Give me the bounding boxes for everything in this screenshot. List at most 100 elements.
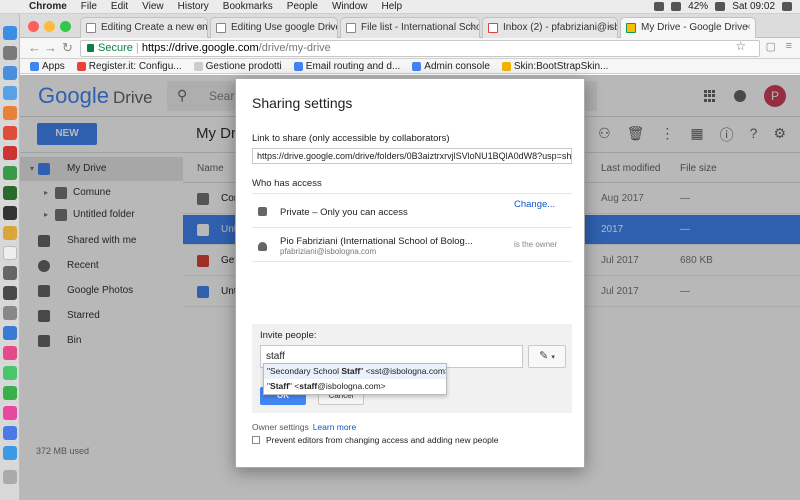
terminal-icon[interactable]	[3, 206, 17, 220]
owner-role: is the owner	[514, 240, 558, 249]
chrome-icon[interactable]	[3, 126, 17, 140]
app-icon-2[interactable]	[3, 166, 17, 180]
app-icon-1[interactable]	[3, 146, 17, 160]
link-share-label: Link to share (only accessible by collab…	[252, 133, 450, 144]
tab-editing-create[interactable]: Editing Create a new one for ×	[80, 17, 208, 38]
forward-arrow-icon[interactable]: →	[44, 40, 57, 55]
bookmark-apps[interactable]: Apps	[30, 61, 65, 72]
owner-email: pfabriziani@isbologna.com	[280, 247, 377, 256]
suggestion-secondary-school-staff[interactable]: "Secondary School Staff" <sst@isbologna.…	[264, 364, 446, 379]
tab-inbox[interactable]: Inbox (2) - pfabriziani@isbol ×	[482, 17, 618, 38]
person-icon	[258, 242, 267, 251]
trash-icon[interactable]	[3, 470, 17, 484]
tab-close-icon[interactable]: ×	[327, 18, 333, 38]
divider	[252, 261, 572, 262]
bookmark-skin[interactable]: Skin:BootStrapSkin...	[501, 60, 609, 72]
bookmark-register[interactable]: Register.it: Configu...	[76, 61, 182, 72]
tab-close-icon[interactable]: ×	[607, 18, 613, 38]
macos-dock	[0, 14, 20, 500]
menu-window[interactable]: Window	[325, 1, 375, 12]
reload-icon[interactable]: ↻	[62, 40, 73, 56]
app-store-icon[interactable]	[3, 446, 17, 460]
wifi-icon[interactable]	[654, 2, 665, 11]
pencil-icon: ✎	[539, 350, 549, 362]
prevent-editors-checkbox[interactable]	[252, 436, 260, 444]
extension-icon[interactable]: ▢	[766, 40, 776, 53]
learn-more-link[interactable]: Learn more	[313, 422, 356, 432]
page-favicon-icon	[216, 23, 226, 33]
prevent-editors-option: Prevent editors from changing access and…	[252, 435, 498, 445]
apps-grid-icon	[30, 61, 39, 71]
suggestion-match: staff	[299, 381, 318, 391]
messages-icon[interactable]	[3, 366, 17, 380]
photos-icon[interactable]	[3, 346, 17, 360]
app-icon-9[interactable]	[3, 326, 17, 340]
chrome-tab-strip: Editing Create a new one for × Editing U…	[20, 14, 800, 38]
bookmark-gestione[interactable]: Gestione prodotti	[193, 60, 282, 72]
bookmark-label: Apps	[42, 60, 65, 72]
menu-view[interactable]: View	[135, 1, 171, 12]
menu-bookmarks[interactable]: Bookmarks	[216, 1, 280, 12]
back-arrow-icon[interactable]: ←	[28, 40, 41, 55]
bookmark-label: Gestione prodotti	[205, 60, 282, 72]
bookmark-star-icon[interactable]: ☆	[735, 39, 746, 53]
app-icon-3[interactable]	[3, 186, 17, 200]
access-row-owner: Pio Fabriziani (International School of …	[252, 232, 572, 260]
safari-icon[interactable]	[3, 66, 17, 80]
tab-title: File list - International School	[361, 22, 480, 33]
tab-my-drive[interactable]: My Drive - Google Drive ×	[620, 17, 756, 38]
access-row-privacy: Private – Only you can access Change...	[252, 197, 572, 225]
menu-people[interactable]: People	[280, 1, 325, 12]
tab-close-icon[interactable]: ×	[197, 18, 203, 38]
permission-dropdown-button[interactable]: ✎ ▾	[528, 345, 566, 368]
menu-edit[interactable]: Edit	[104, 1, 135, 12]
app-icon-7[interactable]	[3, 286, 17, 300]
menu-file[interactable]: File	[74, 1, 104, 12]
mail-icon[interactable]	[3, 86, 17, 100]
app-icon-5[interactable]	[3, 246, 17, 260]
firefox-icon[interactable]	[3, 106, 17, 120]
minimize-window-icon[interactable]	[44, 21, 55, 32]
spotlight-icon[interactable]	[782, 2, 792, 11]
divider	[252, 193, 572, 194]
divider	[252, 227, 572, 228]
change-access-link[interactable]: Change...	[514, 199, 555, 210]
bookmark-label: Admin console	[424, 60, 490, 72]
address-bar[interactable]: Secure | https://drive.google.com/drive/…	[80, 40, 760, 57]
owner-name: Pio Fabriziani (International School of …	[280, 236, 473, 247]
tab-close-icon[interactable]: ×	[745, 18, 751, 38]
bookmark-admin-console[interactable]: Admin console	[412, 61, 490, 72]
google-favicon-icon	[412, 61, 422, 71]
zoom-window-icon[interactable]	[60, 21, 71, 32]
menu-history[interactable]: History	[171, 1, 216, 12]
bookmark-label: Skin:BootStrapSkin...	[513, 60, 609, 72]
app-icon-8[interactable]	[3, 306, 17, 320]
tab-close-icon[interactable]: ×	[469, 18, 475, 38]
owner-settings: Owner settings Learn more	[252, 422, 356, 432]
facetime-icon[interactable]	[3, 386, 17, 400]
tab-title: Inbox (2) - pfabriziani@isbol	[503, 22, 618, 33]
suggestion-staff[interactable]: "Staff" <staff@isbologna.com>	[264, 379, 446, 394]
owner-settings-label: Owner settings	[252, 422, 309, 432]
prevent-editors-label[interactable]: Prevent editors from changing access and…	[266, 435, 498, 445]
suggestion-text: "Secondary School	[267, 366, 342, 376]
menu-help[interactable]: Help	[375, 1, 410, 12]
app-icon-6[interactable]	[3, 266, 17, 280]
app-icon-4[interactable]	[3, 226, 17, 240]
volume-icon[interactable]	[671, 2, 682, 11]
battery-icon[interactable]	[715, 2, 726, 11]
clock[interactable]: Sat 09:02	[732, 1, 775, 12]
finder-icon[interactable]	[3, 26, 17, 40]
launchpad-icon[interactable]	[3, 46, 17, 60]
menu-app-chrome[interactable]: Chrome	[22, 1, 74, 12]
ibooks-icon[interactable]	[3, 426, 17, 440]
chrome-menu-icon[interactable]: ≡	[786, 40, 792, 52]
tab-file-list[interactable]: File list - International School ×	[340, 17, 480, 38]
suggestion-match: Staff	[341, 366, 361, 376]
share-link-field[interactable]: https://drive.google.com/drive/folders/0…	[252, 148, 572, 164]
itunes-icon[interactable]	[3, 406, 17, 420]
close-window-icon[interactable]	[28, 21, 39, 32]
tab-editing-use-drive[interactable]: Editing Use google Drive for ×	[210, 17, 338, 38]
bookmark-email-routing[interactable]: Email routing and d...	[293, 61, 400, 72]
page-favicon-icon	[346, 23, 356, 33]
